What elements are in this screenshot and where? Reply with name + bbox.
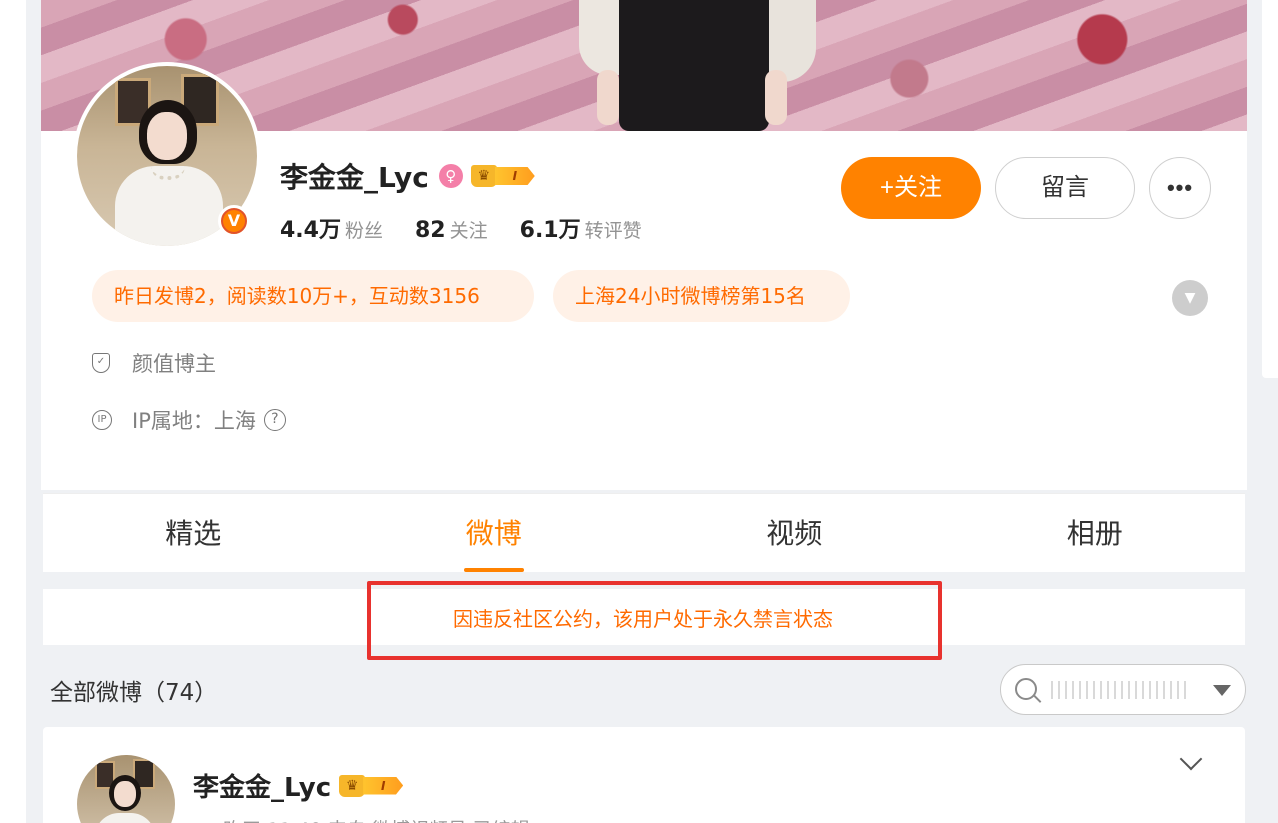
profile-tabs: 精选 微博 视频 相册 <box>43 493 1245 572</box>
tab-weibo[interactable]: 微博 <box>344 494 645 572</box>
female-icon: ♀ <box>438 164 463 188</box>
help-icon[interactable]: ? <box>263 409 286 431</box>
chevron-down-icon[interactable]: ▼ <box>1172 280 1208 316</box>
tab-albums[interactable]: 相册 <box>945 494 1246 572</box>
search-placeholder-obscured <box>1051 681 1187 699</box>
stat-number: 6.1万 <box>519 218 581 243</box>
post-author-name[interactable]: 李金金_Lyc <box>193 767 331 804</box>
caret-down-icon[interactable] <box>1213 685 1231 696</box>
avatar-face <box>147 112 187 160</box>
stat-label: 转评赞 <box>584 220 642 242</box>
ip-row: IP IP属地：上海 ? <box>92 405 286 435</box>
activity-tag[interactable]: 昨日发博2，阅读数10万+，互动数3156 <box>92 270 534 322</box>
crown-icon: ♛ <box>470 165 497 187</box>
post-author-row: 李金金_Lyc ♛ I <box>193 767 404 804</box>
shield-icon: ✓ <box>92 353 110 373</box>
more-options-button[interactable]: ••• <box>1149 157 1211 219</box>
tab-videos[interactable]: 视频 <box>644 494 945 572</box>
vip-badge[interactable]: ♛ I <box>470 164 535 188</box>
cover-figure-part <box>765 70 787 125</box>
search-icon-handle <box>1033 695 1042 703</box>
cover-figure-part <box>619 0 769 131</box>
feed-count-header: 全部微博（74） <box>50 680 218 706</box>
vip-badge[interactable]: ♛ I <box>339 774 404 798</box>
tab-featured[interactable]: 精选 <box>43 494 344 572</box>
ranking-tag[interactable]: 上海24小时微博榜第15名 <box>553 270 850 322</box>
profile-name: 李金金_Lyc <box>280 161 429 194</box>
stat-fans[interactable]: 4.4万 粉丝 <box>280 212 383 244</box>
category-row: ✓ 颜值博主 <box>92 348 216 378</box>
vip-level-label: I <box>494 167 535 185</box>
post-meta: 昨天 11:40 来自 微博视频号 已编辑 <box>223 815 530 823</box>
profile-name-row: 李金金_Lyc ♀ ♛ I <box>280 156 535 196</box>
right-panel-edge <box>1262 0 1278 378</box>
stat-number: 4.4万 <box>280 218 341 243</box>
stat-label: 关注 <box>449 220 488 242</box>
feed-search-filter[interactable] <box>1000 664 1246 715</box>
avatar-dress <box>95 813 155 823</box>
avatar-face <box>114 781 136 807</box>
page-left-margin <box>0 0 26 823</box>
verified-badge-icon: V <box>218 205 250 237</box>
profile-stats: 4.4万 粉丝 82 关注 6.1万 转评赞 <box>280 212 674 244</box>
ip-location: IP属地：上海 <box>132 409 256 433</box>
cover-figure-part <box>597 70 619 125</box>
post-card: 李金金_Lyc ♛ I 昨天 11:40 来自 微博视频号 已编辑 <box>43 727 1245 823</box>
stat-engagement[interactable]: 6.1万 转评赞 <box>520 212 642 244</box>
category-label: 颜值博主 <box>132 352 216 376</box>
stat-following[interactable]: 82 关注 <box>415 216 488 243</box>
stat-label: 粉丝 <box>344 220 383 242</box>
follow-button[interactable]: +关注 <box>841 157 981 219</box>
highlight-annotation-box <box>367 581 942 660</box>
message-button[interactable]: 留言 <box>995 157 1135 219</box>
ip-icon: IP <box>92 410 112 430</box>
post-avatar[interactable] <box>77 755 175 823</box>
stat-number: 82 <box>415 218 446 243</box>
chevron-down-icon[interactable] <box>1179 747 1203 771</box>
vip-level-label: I <box>363 776 404 795</box>
crown-icon: ♛ <box>339 774 366 797</box>
